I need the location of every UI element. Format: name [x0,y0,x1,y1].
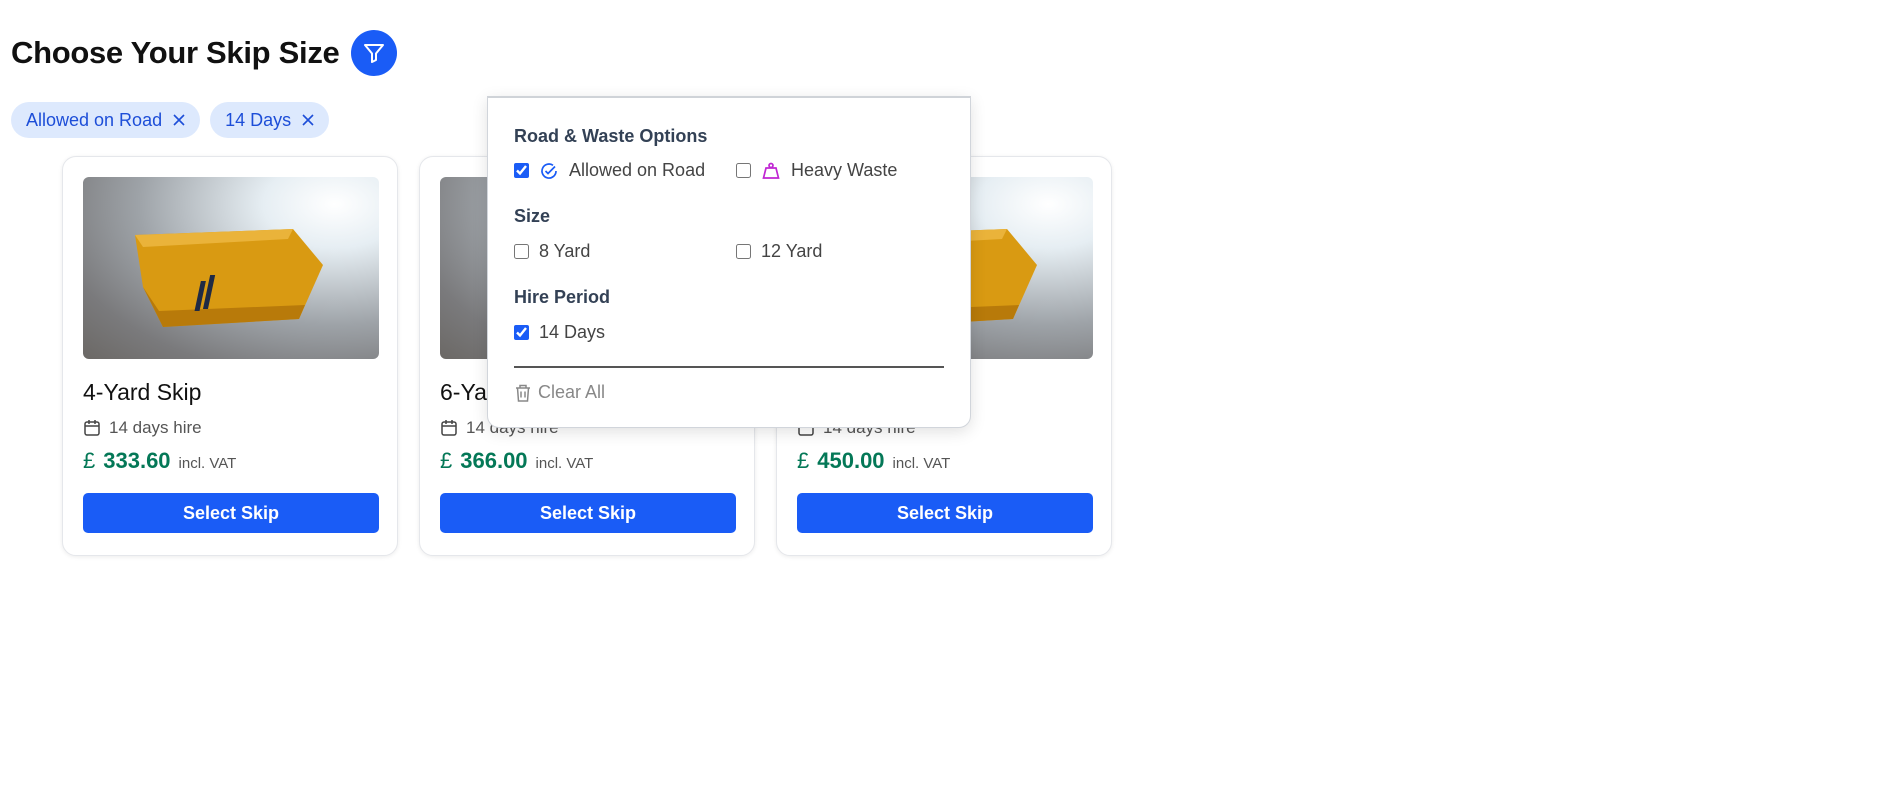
option-8-yard[interactable]: 8 Yard [514,241,590,262]
vat-label: incl. VAT [178,455,237,472]
calendar-icon [84,420,100,436]
section-title-road-waste: Road & Waste Options [514,126,708,146]
section-title-size: Size [514,206,551,226]
skip-name: 4-Yard Skip [83,379,202,405]
price: £ 450.00 incl. VAT [797,448,1091,474]
checkbox-12-yard[interactable] [736,244,751,259]
page-header: Choose Your Skip Size [11,30,398,76]
clear-all-label: Clear All [538,382,606,402]
filter-icon [364,44,385,63]
price: £ 333.60 incl. VAT [83,448,377,474]
option-label: 8 Yard [539,241,591,261]
close-icon[interactable] [172,113,186,127]
filter-chip-road: Allowed on Road [11,102,201,138]
skip-card: 4-Yard Skip 14 days hire £ 333.60 incl. … [62,156,398,556]
option-14-days[interactable]: 14 Days [514,322,605,343]
weight-icon [762,162,780,179]
currency-symbol: £ [797,448,810,473]
section-title-hire-period: Hire Period [514,287,611,307]
filter-chip-hire: 14 Days [210,102,330,138]
chip-label: 14 Days [225,109,292,130]
option-label: Allowed on Road [569,160,706,180]
filter-button[interactable] [351,30,398,76]
price: £ 366.00 incl. VAT [440,448,734,474]
close-icon[interactable] [301,113,315,127]
select-skip-button[interactable]: Select Skip [83,493,379,533]
option-label: 14 Days [539,322,606,342]
divider [514,366,944,368]
hire-text: 14 days hire [109,418,202,437]
option-label: 12 Yard [761,241,823,261]
hire-period: 14 days hire [83,418,377,438]
vat-label: incl. VAT [892,455,951,472]
trash-icon [516,384,530,402]
clear-all-button[interactable]: Clear All [514,382,605,403]
price-amount: 333.60 [103,448,171,473]
calendar-icon [441,420,457,436]
vat-label: incl. VAT [535,455,594,472]
currency-symbol: £ [83,448,96,473]
page-title: Choose Your Skip Size [11,35,340,70]
chip-label: Allowed on Road [26,109,163,130]
option-heavy-waste[interactable]: Heavy Waste [736,160,897,181]
price-amount: 366.00 [460,448,528,473]
option-label: Heavy Waste [791,160,898,180]
currency-symbol: £ [440,448,453,473]
option-12-yard[interactable]: 12 Yard [736,241,822,262]
checkbox-heavy-waste[interactable] [736,163,751,178]
checkbox-14-days[interactable] [514,325,529,340]
option-allowed-on-road[interactable]: Allowed on Road [514,160,705,181]
filter-panel: Road & Waste Options Allowed on Road Hea… [487,96,971,428]
select-skip-button[interactable]: Select Skip [440,493,736,533]
price-amount: 450.00 [817,448,885,473]
skip-image [83,177,379,359]
checkbox-8-yard[interactable] [514,244,529,259]
select-skip-button[interactable]: Select Skip [797,493,1093,533]
checkbox-allowed-on-road[interactable] [514,163,529,178]
active-filters: Allowed on Road 14 Days [11,102,330,138]
check-circle-icon [541,162,557,179]
